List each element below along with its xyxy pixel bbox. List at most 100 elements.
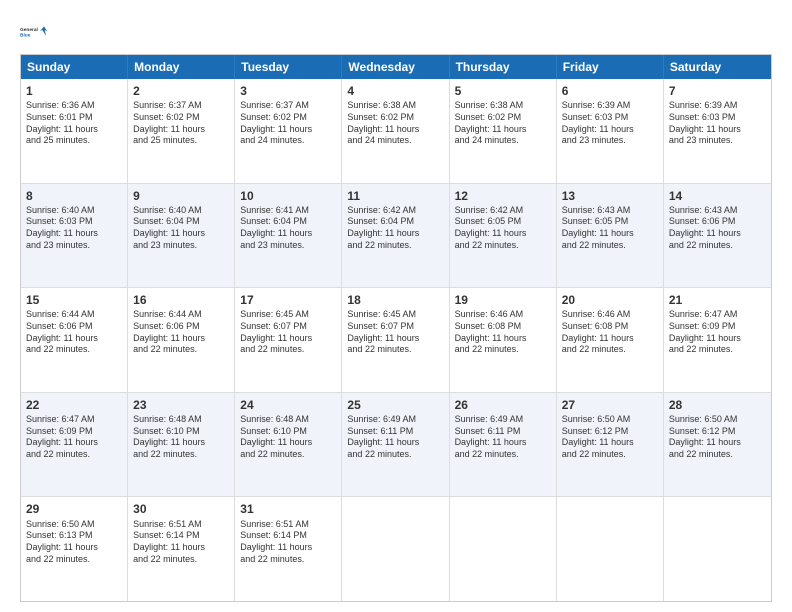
day-info: Sunrise: 6:41 AMSunset: 6:04 PMDaylight:… [240,205,336,252]
calendar-cell: 8Sunrise: 6:40 AMSunset: 6:03 PMDaylight… [21,184,128,288]
day-info: Sunrise: 6:50 AMSunset: 6:12 PMDaylight:… [669,414,766,461]
day-info: Sunrise: 6:39 AMSunset: 6:03 PMDaylight:… [562,100,658,147]
calendar-cell: 10Sunrise: 6:41 AMSunset: 6:04 PMDayligh… [235,184,342,288]
day-number: 5 [455,83,551,99]
day-info: Sunrise: 6:48 AMSunset: 6:10 PMDaylight:… [133,414,229,461]
day-info: Sunrise: 6:40 AMSunset: 6:04 PMDaylight:… [133,205,229,252]
calendar-day-header: Friday [557,55,664,79]
day-info: Sunrise: 6:50 AMSunset: 6:13 PMDaylight:… [26,519,122,566]
calendar-header: SundayMondayTuesdayWednesdayThursdayFrid… [21,55,771,79]
calendar-cell: 15Sunrise: 6:44 AMSunset: 6:06 PMDayligh… [21,288,128,392]
day-info: Sunrise: 6:38 AMSunset: 6:02 PMDaylight:… [455,100,551,147]
day-number: 24 [240,397,336,413]
day-info: Sunrise: 6:46 AMSunset: 6:08 PMDaylight:… [455,309,551,356]
day-info: Sunrise: 6:37 AMSunset: 6:02 PMDaylight:… [133,100,229,147]
day-info: Sunrise: 6:38 AMSunset: 6:02 PMDaylight:… [347,100,443,147]
calendar-cell: 7Sunrise: 6:39 AMSunset: 6:03 PMDaylight… [664,79,771,183]
calendar-day-header: Wednesday [342,55,449,79]
calendar-cell [450,497,557,601]
calendar-cell: 2Sunrise: 6:37 AMSunset: 6:02 PMDaylight… [128,79,235,183]
day-info: Sunrise: 6:36 AMSunset: 6:01 PMDaylight:… [26,100,122,147]
logo: GeneralBlue [20,18,48,46]
day-number: 29 [26,501,122,517]
calendar-cell: 24Sunrise: 6:48 AMSunset: 6:10 PMDayligh… [235,393,342,497]
calendar-cell: 16Sunrise: 6:44 AMSunset: 6:06 PMDayligh… [128,288,235,392]
day-number: 17 [240,292,336,308]
day-info: Sunrise: 6:39 AMSunset: 6:03 PMDaylight:… [669,100,766,147]
day-info: Sunrise: 6:45 AMSunset: 6:07 PMDaylight:… [347,309,443,356]
day-number: 26 [455,397,551,413]
calendar-cell: 17Sunrise: 6:45 AMSunset: 6:07 PMDayligh… [235,288,342,392]
calendar-cell: 4Sunrise: 6:38 AMSunset: 6:02 PMDaylight… [342,79,449,183]
day-info: Sunrise: 6:48 AMSunset: 6:10 PMDaylight:… [240,414,336,461]
calendar-cell: 13Sunrise: 6:43 AMSunset: 6:05 PMDayligh… [557,184,664,288]
calendar-day-header: Sunday [21,55,128,79]
calendar-row: 15Sunrise: 6:44 AMSunset: 6:06 PMDayligh… [21,287,771,392]
day-number: 3 [240,83,336,99]
logo-icon: GeneralBlue [20,18,48,46]
calendar-cell: 25Sunrise: 6:49 AMSunset: 6:11 PMDayligh… [342,393,449,497]
day-number: 9 [133,188,229,204]
calendar-cell: 22Sunrise: 6:47 AMSunset: 6:09 PMDayligh… [21,393,128,497]
day-number: 6 [562,83,658,99]
day-info: Sunrise: 6:40 AMSunset: 6:03 PMDaylight:… [26,205,122,252]
calendar-cell [664,497,771,601]
day-number: 18 [347,292,443,308]
day-info: Sunrise: 6:46 AMSunset: 6:08 PMDaylight:… [562,309,658,356]
day-number: 27 [562,397,658,413]
day-number: 21 [669,292,766,308]
calendar: SundayMondayTuesdayWednesdayThursdayFrid… [20,54,772,602]
day-number: 22 [26,397,122,413]
calendar-cell: 6Sunrise: 6:39 AMSunset: 6:03 PMDaylight… [557,79,664,183]
day-number: 1 [26,83,122,99]
page-header: GeneralBlue [20,18,772,46]
day-number: 12 [455,188,551,204]
day-info: Sunrise: 6:42 AMSunset: 6:04 PMDaylight:… [347,205,443,252]
calendar-body: 1Sunrise: 6:36 AMSunset: 6:01 PMDaylight… [21,79,771,601]
calendar-cell: 9Sunrise: 6:40 AMSunset: 6:04 PMDaylight… [128,184,235,288]
day-number: 31 [240,501,336,517]
day-number: 25 [347,397,443,413]
calendar-row: 22Sunrise: 6:47 AMSunset: 6:09 PMDayligh… [21,392,771,497]
calendar-cell: 29 Sunrise: 6:50 AMSunset: 6:13 PMDayligh… [21,497,128,601]
day-info: Sunrise: 6:44 AMSunset: 6:06 PMDaylight:… [26,309,122,356]
day-info: Sunrise: 6:51 AMSunset: 6:14 PMDaylight:… [240,519,336,566]
calendar-cell: 1Sunrise: 6:36 AMSunset: 6:01 PMDaylight… [21,79,128,183]
calendar-cell: 23Sunrise: 6:48 AMSunset: 6:10 PMDayligh… [128,393,235,497]
day-number: 11 [347,188,443,204]
svg-text:General: General [20,27,38,33]
day-info: Sunrise: 6:47 AMSunset: 6:09 PMDaylight:… [26,414,122,461]
day-number: 30 [133,501,229,517]
day-number: 8 [26,188,122,204]
calendar-cell: 28Sunrise: 6:50 AMSunset: 6:12 PMDayligh… [664,393,771,497]
day-info: Sunrise: 6:51 AMSunset: 6:14 PMDaylight:… [133,519,229,566]
day-info: Sunrise: 6:49 AMSunset: 6:11 PMDaylight:… [347,414,443,461]
calendar-row: 1Sunrise: 6:36 AMSunset: 6:01 PMDaylight… [21,79,771,183]
calendar-cell: 5Sunrise: 6:38 AMSunset: 6:02 PMDaylight… [450,79,557,183]
day-number: 4 [347,83,443,99]
calendar-day-header: Tuesday [235,55,342,79]
day-info: Sunrise: 6:37 AMSunset: 6:02 PMDaylight:… [240,100,336,147]
calendar-cell: 18Sunrise: 6:45 AMSunset: 6:07 PMDayligh… [342,288,449,392]
calendar-cell: 19Sunrise: 6:46 AMSunset: 6:08 PMDayligh… [450,288,557,392]
day-number: 2 [133,83,229,99]
calendar-cell: 11Sunrise: 6:42 AMSunset: 6:04 PMDayligh… [342,184,449,288]
day-number: 20 [562,292,658,308]
day-number: 15 [26,292,122,308]
day-info: Sunrise: 6:43 AMSunset: 6:06 PMDaylight:… [669,205,766,252]
day-info: Sunrise: 6:50 AMSunset: 6:12 PMDaylight:… [562,414,658,461]
day-number: 28 [669,397,766,413]
day-number: 13 [562,188,658,204]
day-info: Sunrise: 6:49 AMSunset: 6:11 PMDaylight:… [455,414,551,461]
day-info: Sunrise: 6:44 AMSunset: 6:06 PMDaylight:… [133,309,229,356]
calendar-cell: 14Sunrise: 6:43 AMSunset: 6:06 PMDayligh… [664,184,771,288]
day-info: Sunrise: 6:47 AMSunset: 6:09 PMDaylight:… [669,309,766,356]
calendar-cell [557,497,664,601]
calendar-cell: 3Sunrise: 6:37 AMSunset: 6:02 PMDaylight… [235,79,342,183]
calendar-cell: 27Sunrise: 6:50 AMSunset: 6:12 PMDayligh… [557,393,664,497]
day-number: 19 [455,292,551,308]
calendar-day-header: Monday [128,55,235,79]
calendar-cell: 21Sunrise: 6:47 AMSunset: 6:09 PMDayligh… [664,288,771,392]
day-info: Sunrise: 6:43 AMSunset: 6:05 PMDaylight:… [562,205,658,252]
day-number: 23 [133,397,229,413]
